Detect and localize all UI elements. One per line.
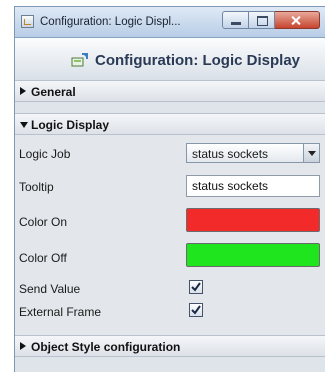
close-button[interactable] bbox=[275, 11, 320, 29]
send-value-label: Send Value bbox=[19, 282, 81, 296]
checkmark-icon bbox=[191, 305, 201, 315]
dialog-title: Configuration: Logic Display bbox=[95, 52, 300, 69]
configuration-window: Configuration: Logic Displ... Configurat… bbox=[14, 6, 325, 372]
triangle-right-icon bbox=[20, 342, 26, 350]
color-on-label: Color On bbox=[19, 215, 68, 229]
logic-job-dropdown[interactable]: status sockets bbox=[186, 143, 320, 163]
tooltip-input[interactable] bbox=[192, 177, 312, 195]
logic-display-panel: Logic Job status sockets Tooltip Color O… bbox=[15, 135, 325, 335]
window-title: Configuration: Logic Displ... bbox=[40, 16, 181, 28]
maximize-button[interactable] bbox=[249, 11, 275, 29]
section-logic-display-header[interactable]: Logic Display bbox=[15, 113, 325, 135]
color-off-label: Color Off bbox=[19, 251, 67, 265]
tooltip-field[interactable] bbox=[186, 175, 320, 197]
color-off-swatch[interactable] bbox=[186, 243, 320, 267]
configuration-icon bbox=[71, 53, 88, 67]
send-value-checkbox[interactable] bbox=[189, 280, 203, 294]
section-general-label: General bbox=[31, 85, 76, 99]
logic-job-label: Logic Job bbox=[19, 147, 71, 161]
tooltip-label: Tooltip bbox=[19, 180, 54, 194]
section-object-style-header[interactable]: Object Style configuration bbox=[15, 335, 325, 357]
minimize-button[interactable] bbox=[222, 11, 249, 29]
dialog-header: Configuration: Logic Display bbox=[15, 38, 325, 81]
checkmark-icon bbox=[191, 282, 201, 292]
color-on-swatch[interactable] bbox=[186, 208, 320, 232]
section-general-header[interactable]: General bbox=[15, 80, 325, 102]
app-icon bbox=[21, 15, 34, 28]
logic-job-value: status sockets bbox=[192, 147, 269, 161]
section-object-style-label: Object Style configuration bbox=[31, 340, 181, 354]
triangle-right-icon bbox=[20, 87, 26, 95]
title-bar[interactable]: Configuration: Logic Displ... bbox=[15, 7, 325, 38]
external-frame-checkbox[interactable] bbox=[189, 303, 203, 317]
triangle-down-icon bbox=[20, 122, 28, 128]
section-logic-display-label: Logic Display bbox=[31, 118, 110, 132]
external-frame-label: External Frame bbox=[19, 305, 102, 319]
chevron-down-icon[interactable] bbox=[303, 144, 319, 162]
